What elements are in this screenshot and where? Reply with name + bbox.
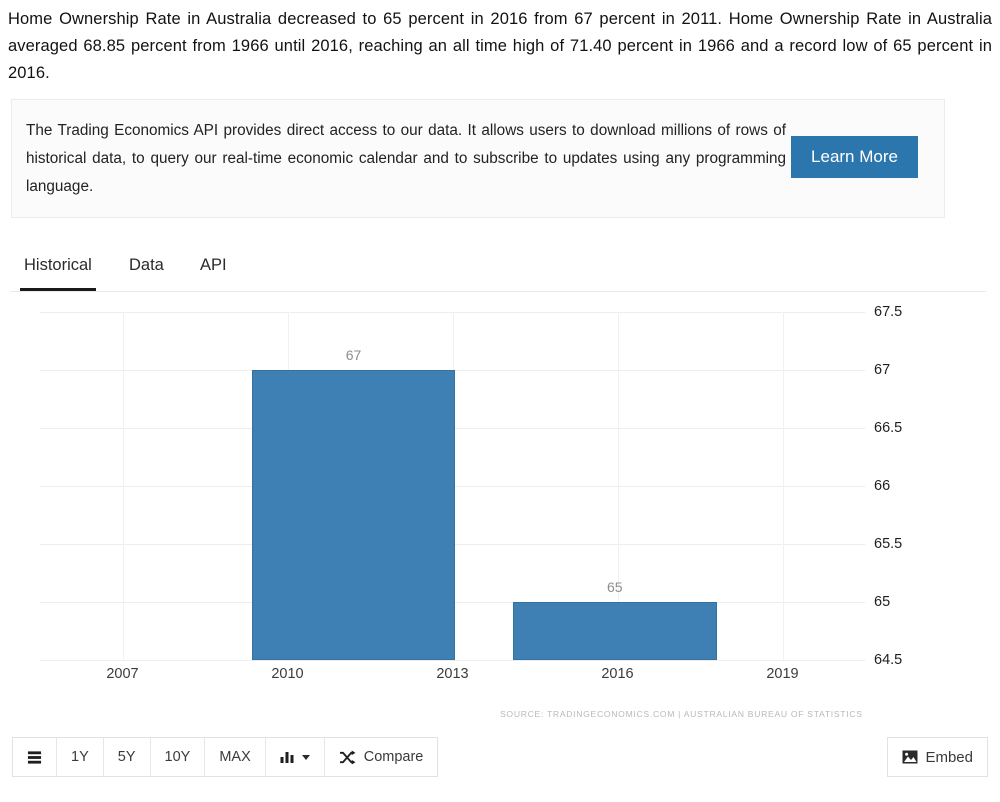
x-axis-tick-label: 2013 bbox=[436, 666, 469, 682]
learn-more-button[interactable]: Learn More bbox=[791, 136, 918, 178]
y-axis-tick-label: 66 bbox=[874, 478, 891, 494]
bar-value-label: 67 bbox=[345, 347, 362, 363]
y-axis-tick-label: 66.5 bbox=[874, 420, 903, 436]
y-axis-tick-label: 67.5 bbox=[874, 304, 903, 320]
range-5y-button[interactable]: 5Y bbox=[103, 738, 151, 776]
gridline-vertical bbox=[122, 312, 124, 660]
gridline-horizontal bbox=[40, 660, 865, 661]
tab-data[interactable]: Data bbox=[125, 247, 168, 291]
chart-plot[interactable]: 67 65 bbox=[40, 312, 865, 661]
chart-bar[interactable] bbox=[251, 370, 456, 660]
x-axis-tick-label: 2007 bbox=[106, 666, 139, 682]
embed-label: Embed bbox=[925, 748, 973, 766]
chart-source: SOURCE: TRADINGECONOMICS.COM | AUSTRALIA… bbox=[500, 709, 863, 719]
x-axis-tick-label: 2019 bbox=[766, 666, 799, 682]
api-promo-box: The Trading Economics API provides direc… bbox=[11, 99, 945, 218]
chart-area: 67 65 67.5 67 66.5 66 65.5 65 64.5 2007 2010 2013 2… bbox=[0, 300, 1000, 725]
intro-paragraph: Home Ownership Rate in Australia decreas… bbox=[8, 10, 992, 82]
chart-bar[interactable] bbox=[513, 602, 717, 660]
chart-toolbar: 1Y 5Y 10Y MAX Compare bbox=[12, 737, 439, 777]
x-axis-tick-label: 2016 bbox=[601, 666, 634, 682]
range-1y-button[interactable]: 1Y bbox=[57, 738, 104, 776]
tab-api[interactable]: API bbox=[196, 247, 231, 291]
bar-value-label: 65 bbox=[606, 579, 623, 595]
page-root: Home Ownership Rate in Australia decreas… bbox=[0, 0, 1000, 802]
range-max-button[interactable]: MAX bbox=[205, 738, 266, 776]
tab-historical[interactable]: Historical bbox=[20, 247, 96, 291]
compare-label: Compare bbox=[363, 749, 424, 765]
bar-chart-icon bbox=[280, 750, 296, 764]
api-promo-text: The Trading Economics API provides direc… bbox=[26, 121, 786, 195]
embed-button[interactable]: Embed bbox=[887, 737, 988, 777]
chevron-down-icon bbox=[301, 754, 310, 760]
gridline-vertical bbox=[782, 312, 784, 660]
y-axis-tick-label: 64.5 bbox=[874, 652, 903, 668]
range-10y-button[interactable]: 10Y bbox=[150, 738, 206, 776]
y-axis-tick-label: 65.5 bbox=[874, 536, 903, 552]
list-icon bbox=[27, 750, 42, 765]
tab-bar: Historical Data API bbox=[10, 247, 986, 292]
image-icon bbox=[902, 750, 918, 764]
x-axis-tick-label: 2010 bbox=[271, 666, 304, 682]
shuffle-icon bbox=[339, 749, 356, 765]
y-axis-tick-label: 67 bbox=[874, 362, 891, 378]
list-view-button[interactable] bbox=[13, 738, 57, 776]
chart-type-dropdown[interactable] bbox=[265, 738, 325, 776]
compare-button[interactable]: Compare bbox=[324, 738, 438, 776]
y-axis-tick-label: 65 bbox=[874, 594, 891, 610]
